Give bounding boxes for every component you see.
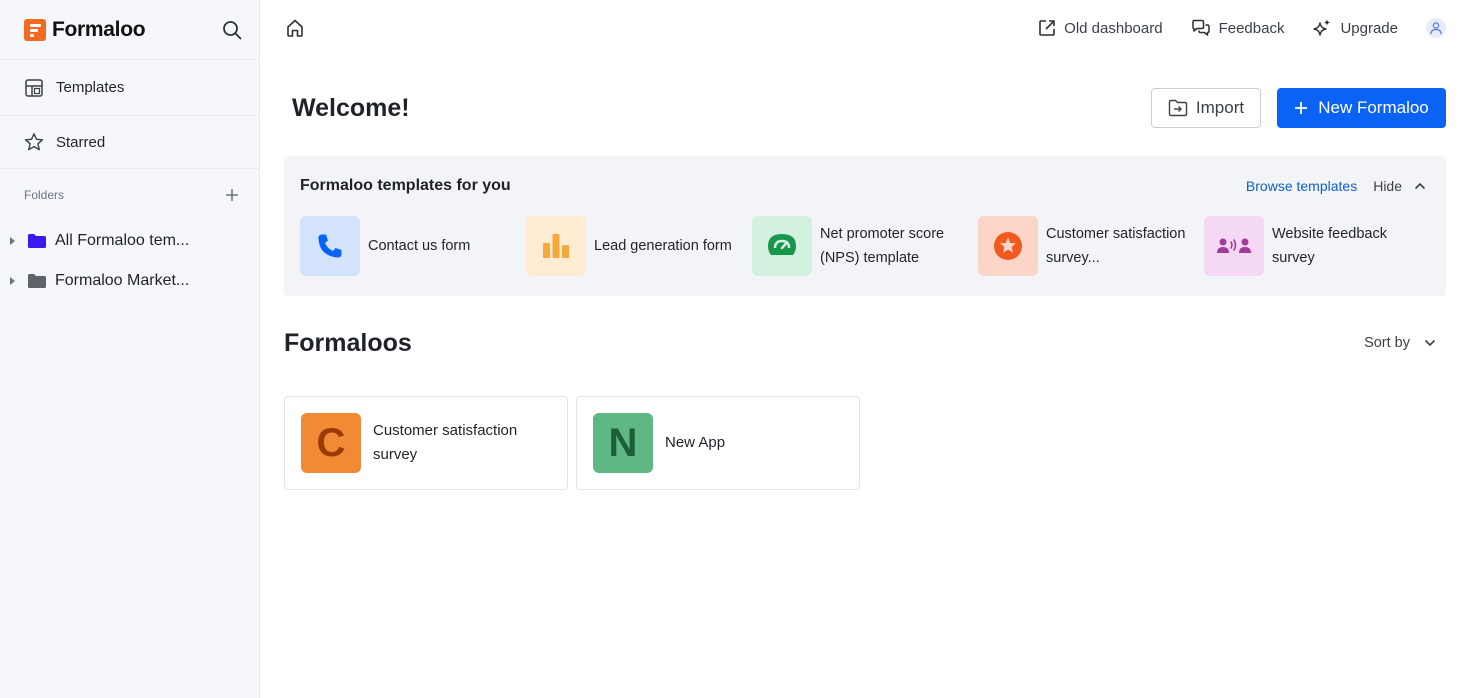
sidebar-item-starred[interactable]: Starred	[0, 116, 259, 169]
add-folder-icon[interactable]	[221, 184, 243, 206]
app-letter-icon: C	[301, 413, 361, 473]
template-card-contact[interactable]: Contact us form	[300, 216, 526, 276]
feedback-link[interactable]: Feedback	[1191, 19, 1285, 37]
app-root: Formaloo Templates Starred Folders All F…	[0, 0, 1470, 698]
folder-import-icon	[1168, 99, 1188, 117]
main-content: Old dashboard Feedback Upgrade Welcome!	[260, 0, 1470, 698]
formaloo-card[interactable]: C Customer satisfaction survey	[284, 396, 568, 490]
template-label: Customer satisfaction survey...	[1046, 226, 1186, 266]
search-icon[interactable]	[221, 19, 243, 41]
brand-logo[interactable]: Formaloo	[24, 17, 146, 42]
template-label: Contact us form	[368, 238, 471, 254]
template-card-lead[interactable]: Lead generation form	[526, 216, 752, 276]
templates-icon	[25, 78, 43, 97]
old-dashboard-label: Old dashboard	[1064, 19, 1163, 37]
caret-right-icon[interactable]	[10, 237, 15, 245]
formaloos-header: Formaloos Sort by	[284, 326, 1446, 360]
formaloo-card[interactable]: N New App	[576, 396, 860, 490]
formaloo-cards: C Customer satisfaction survey N New App	[284, 396, 860, 490]
sidebar: Formaloo Templates Starred Folders All F…	[0, 0, 260, 698]
template-label: Net promoter score (NPS) template	[820, 226, 945, 266]
welcome-row: Welcome! Import New Formaloo	[292, 88, 1446, 128]
formaloos-title: Formaloos	[284, 328, 412, 357]
sidebar-item-label: Templates	[56, 79, 125, 96]
template-card-nps[interactable]: Net promoter score (NPS) template	[752, 216, 978, 276]
folder-label: Formaloo Market...	[55, 272, 190, 289]
topbar: Old dashboard Feedback Upgrade	[260, 0, 1470, 56]
star-icon	[24, 133, 44, 151]
template-list: Contact us form Lead generation form Net…	[284, 216, 1446, 276]
formaloo-card-label: New App	[665, 434, 726, 451]
people-voice-icon	[1204, 216, 1264, 276]
feedback-label: Feedback	[1218, 19, 1285, 37]
gauge-icon	[752, 216, 812, 276]
user-icon	[1430, 22, 1442, 35]
folder-item[interactable]: All Formaloo tem...	[0, 221, 259, 261]
brand-name: Formaloo	[52, 17, 146, 41]
bar-chart-icon	[526, 216, 586, 276]
chevron-down-icon	[1424, 339, 1436, 347]
template-label: Lead generation form	[594, 238, 732, 254]
hide-label: Hide	[1373, 178, 1402, 194]
phone-icon	[300, 216, 360, 276]
templates-actions: Browse templates Hide	[1246, 178, 1426, 194]
new-formaloo-button[interactable]: New Formaloo	[1277, 88, 1446, 128]
caret-right-icon[interactable]	[10, 277, 15, 285]
folders-title: Folders	[24, 188, 65, 202]
sidebar-item-templates[interactable]: Templates	[0, 60, 259, 116]
upgrade-label: Upgrade	[1340, 19, 1398, 37]
folder-icon	[28, 274, 46, 288]
avatar[interactable]	[1426, 18, 1446, 38]
sort-label: Sort by	[1364, 335, 1410, 351]
templates-panel: Formaloo templates for you Browse templa…	[284, 156, 1446, 296]
templates-header: Formaloo templates for you Browse templa…	[284, 156, 1446, 216]
top-actions: Old dashboard Feedback Upgrade	[1038, 18, 1446, 38]
formaloo-logo-icon	[24, 18, 46, 41]
header-buttons: Import New Formaloo	[1151, 88, 1446, 128]
folder-icon	[28, 234, 46, 248]
import-label: Import	[1195, 98, 1245, 117]
old-dashboard-link[interactable]: Old dashboard	[1038, 19, 1163, 37]
template-label: Website feedback survey	[1272, 226, 1387, 266]
brand-bar: Formaloo	[0, 0, 259, 60]
page-title: Welcome!	[292, 93, 410, 122]
star-badge-icon	[978, 216, 1038, 276]
browse-templates-link[interactable]: Browse templates	[1246, 178, 1357, 194]
plus-icon	[1295, 102, 1308, 114]
upgrade-link[interactable]: Upgrade	[1312, 18, 1398, 38]
template-card-csat[interactable]: Customer satisfaction survey...	[978, 216, 1204, 276]
formaloo-card-label: Customer satisfaction survey	[373, 422, 518, 463]
import-button[interactable]: Import	[1151, 88, 1261, 128]
chat-bubbles-icon	[1191, 19, 1210, 36]
sparkle-icon	[1313, 19, 1331, 36]
app-letter-icon: N	[593, 413, 653, 473]
folder-item[interactable]: Formaloo Market...	[0, 261, 259, 301]
sort-by-dropdown[interactable]: Sort by	[1364, 335, 1446, 351]
hide-templates-button[interactable]: Hide	[1373, 178, 1426, 194]
external-link-icon	[1039, 20, 1055, 36]
chevron-up-icon	[1414, 182, 1426, 190]
templates-title: Formaloo templates for you	[300, 177, 511, 194]
home-icon[interactable]	[284, 17, 306, 39]
new-formaloo-label: New Formaloo	[1318, 98, 1429, 117]
folders-header: Folders	[0, 169, 259, 221]
template-card-website[interactable]: Website feedback survey	[1204, 216, 1430, 276]
sidebar-item-label: Starred	[56, 133, 106, 151]
folder-label: All Formaloo tem...	[55, 232, 190, 249]
